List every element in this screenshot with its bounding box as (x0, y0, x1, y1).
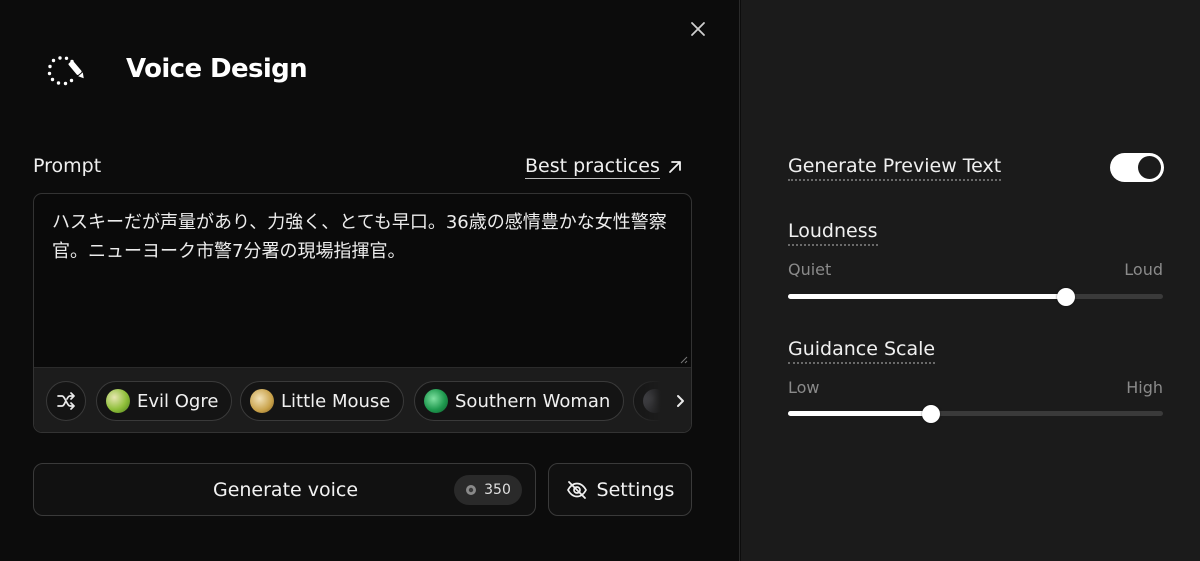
close-icon (691, 22, 705, 36)
guidance-scale-slider[interactable] (788, 405, 1163, 423)
voice-design-dialog: Voice Design Prompt Best practices ハスキーだ… (0, 0, 740, 561)
guidance-scale-label: Guidance Scale (788, 338, 936, 364)
voice-avatar (106, 389, 130, 413)
loudness-slider-thumb[interactable] (1056, 288, 1075, 306)
chip-label: Southern Woman (455, 390, 611, 412)
voice-design-icon (46, 54, 88, 86)
credits-value: 350 (484, 482, 511, 498)
shuffle-icon (57, 392, 75, 410)
slider-fill (788, 294, 1066, 299)
chip-label: Little Mouse (281, 390, 391, 412)
shuffle-button[interactable] (46, 381, 86, 421)
prompt-label: Prompt (33, 155, 102, 177)
guidance-slider-thumb[interactable] (921, 405, 940, 423)
toggle-knob (1138, 156, 1161, 179)
voice-chip-evil-ogre[interactable]: Evil Ogre (96, 381, 233, 421)
guidance-min-label: Low (788, 378, 820, 397)
loudness-label: Loudness (788, 220, 878, 246)
credits-badge: 350 (454, 475, 522, 505)
chip-label: Evil Ogre (137, 390, 219, 412)
settings-button[interactable]: Settings (548, 463, 692, 516)
voice-suggestions-bar: Evil Ogre Little Mouse Southern Woman (34, 367, 691, 432)
settings-label: Settings (596, 478, 675, 501)
eye-off-icon (566, 480, 587, 499)
loudness-max-label: Loud (1124, 260, 1163, 279)
loudness-min-label: Quiet (788, 260, 832, 279)
settings-panel: Generate Preview Text Loudness Quiet Lou… (741, 0, 1200, 561)
loudness-slider[interactable] (788, 288, 1163, 306)
voice-design-screen: Voice Design Prompt Best practices ハスキーだ… (0, 0, 1200, 561)
chevron-right-icon (677, 395, 684, 407)
resize-handle-icon[interactable] (678, 354, 688, 364)
external-arrow-icon (668, 161, 681, 173)
credits-icon (466, 485, 477, 495)
preview-text-toggle[interactable] (1110, 153, 1164, 182)
prompt-textarea[interactable]: ハスキーだが声量があり、力強く、とても早口。36歳の感情豊かな女性警察官。ニュー… (33, 193, 692, 433)
chips-scroll-right-button[interactable] (672, 392, 688, 410)
slider-fill (788, 411, 931, 416)
voice-chip-southern-woman[interactable]: Southern Woman (414, 381, 625, 421)
best-practices-link[interactable]: Best practices (525, 155, 682, 179)
best-practices-label: Best practices (525, 155, 660, 179)
voice-chip-little-mouse[interactable]: Little Mouse (240, 381, 405, 421)
voice-avatar (424, 389, 448, 413)
close-button[interactable] (686, 17, 710, 41)
dialog-title: Voice Design (126, 54, 308, 84)
prompt-text[interactable]: ハスキーだが声量があり、力強く、とても早口。36歳の感情豊かな女性警察官。ニュー… (52, 208, 677, 266)
generate-voice-button[interactable]: Generate voice 350 (33, 463, 536, 516)
preview-text-label: Generate Preview Text (788, 155, 1002, 181)
guidance-max-label: High (1126, 378, 1163, 397)
voice-avatar (250, 389, 274, 413)
